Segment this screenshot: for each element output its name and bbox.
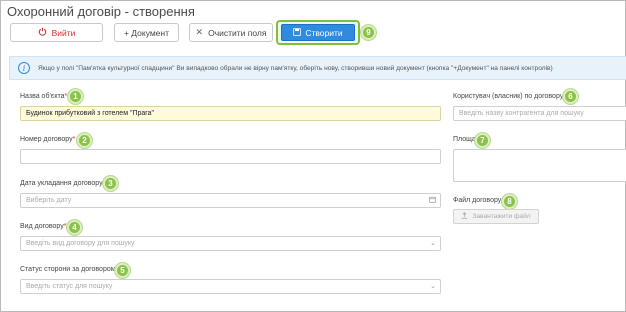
party-status-label-text: Статус сторони за договором — [20, 266, 116, 273]
contract-type-label-text: Вид договору — [20, 223, 64, 230]
step-marker-5: 5 — [115, 263, 130, 278]
required-mark: * — [72, 136, 76, 143]
upload-icon — [461, 212, 468, 221]
toolbar: Вийти + Документ ✕ Очистити поля Створит… — [1, 20, 625, 49]
contract-number-label-text: Номер договору — [20, 136, 73, 143]
step-marker-9: 9 — [361, 25, 376, 40]
close-icon: ✕ — [195, 27, 204, 37]
area-field[interactable] — [453, 149, 626, 182]
contract-number-field[interactable] — [20, 149, 441, 164]
info-banner: i Якщо у полі "Пам'ятка культурної спадщ… — [9, 56, 626, 80]
user-owner-field[interactable]: Введіть назву контрагента для пошуку — [453, 106, 626, 121]
contract-date-placeholder: Виберіть дату — [26, 197, 72, 204]
create-button-highlight: Створити — [276, 20, 360, 45]
user-owner-label: Користувач (власник) по договору* — [453, 93, 566, 100]
object-name-value: Будинок прибутковий з готелем "Прага" — [26, 110, 155, 117]
step-marker-8: 8 — [502, 194, 517, 209]
contract-type-placeholder: Введіть вид договору для пошуку — [26, 240, 135, 247]
create-button[interactable]: Створити — [281, 24, 355, 41]
area-label: Площа — [453, 136, 476, 143]
object-name-label: Назва об'єкта* — [20, 93, 67, 100]
create-label: Створити — [305, 27, 343, 38]
object-name-label-text: Назва об'єкта — [20, 93, 65, 100]
party-status-label: Статус сторони за договором* — [20, 266, 118, 273]
contract-date-label: Дата укладання договору* — [20, 180, 105, 187]
clear-fields-button[interactable]: ✕ Очистити поля — [189, 23, 273, 42]
step-marker-1: 1 — [68, 89, 83, 104]
save-icon — [293, 27, 302, 38]
contract-type-select[interactable]: Введіть вид договору для пошуку ⌄ — [20, 236, 441, 251]
user-owner-label-text: Користувач (власник) по договору — [453, 93, 564, 100]
step-marker-6: 6 — [563, 89, 578, 104]
exit-label: Вийти — [51, 27, 76, 38]
contract-file-label: Файл договору — [453, 197, 502, 204]
step-marker-7: 7 — [475, 133, 490, 148]
power-icon — [38, 27, 47, 38]
info-icon: i — [18, 62, 30, 74]
calendar-icon[interactable] — [429, 196, 436, 205]
party-status-placeholder: Введіть статус для пошуку — [26, 283, 113, 290]
upload-file-label: Завантажити файл — [472, 213, 531, 220]
contract-date-field[interactable]: Виберіть дату — [20, 193, 441, 208]
add-document-label: + Документ — [123, 27, 170, 38]
add-document-button[interactable]: + Документ — [114, 23, 179, 42]
contract-type-label: Вид договору* — [20, 223, 66, 230]
contract-number-label: Номер договору* — [20, 136, 75, 143]
user-owner-placeholder: Введіть назву контрагента для пошуку — [459, 110, 584, 117]
chevron-down-icon: ⌄ — [430, 283, 436, 290]
required-mark: * — [64, 93, 68, 100]
page-title: Охоронний договір - створення — [7, 4, 195, 19]
step-marker-3: 3 — [103, 176, 118, 191]
window-frame: Охоронний договір - створення Вийти + До… — [0, 0, 626, 312]
object-name-field[interactable]: Будинок прибутковий з готелем "Прага" — [20, 106, 441, 121]
clear-fields-label: Очистити поля — [208, 27, 267, 38]
party-status-select[interactable]: Введіть статус для пошуку ⌄ — [20, 279, 441, 294]
contract-date-label-text: Дата укладання договору — [20, 180, 103, 187]
upload-file-button[interactable]: Завантажити файл — [453, 209, 539, 224]
step-marker-2: 2 — [77, 133, 92, 148]
exit-button[interactable]: Вийти — [10, 23, 103, 42]
chevron-down-icon: ⌄ — [430, 240, 436, 247]
step-marker-4: 4 — [67, 220, 82, 235]
info-text: Якщо у полі "Пам'ятка культурної спадщин… — [38, 64, 553, 72]
